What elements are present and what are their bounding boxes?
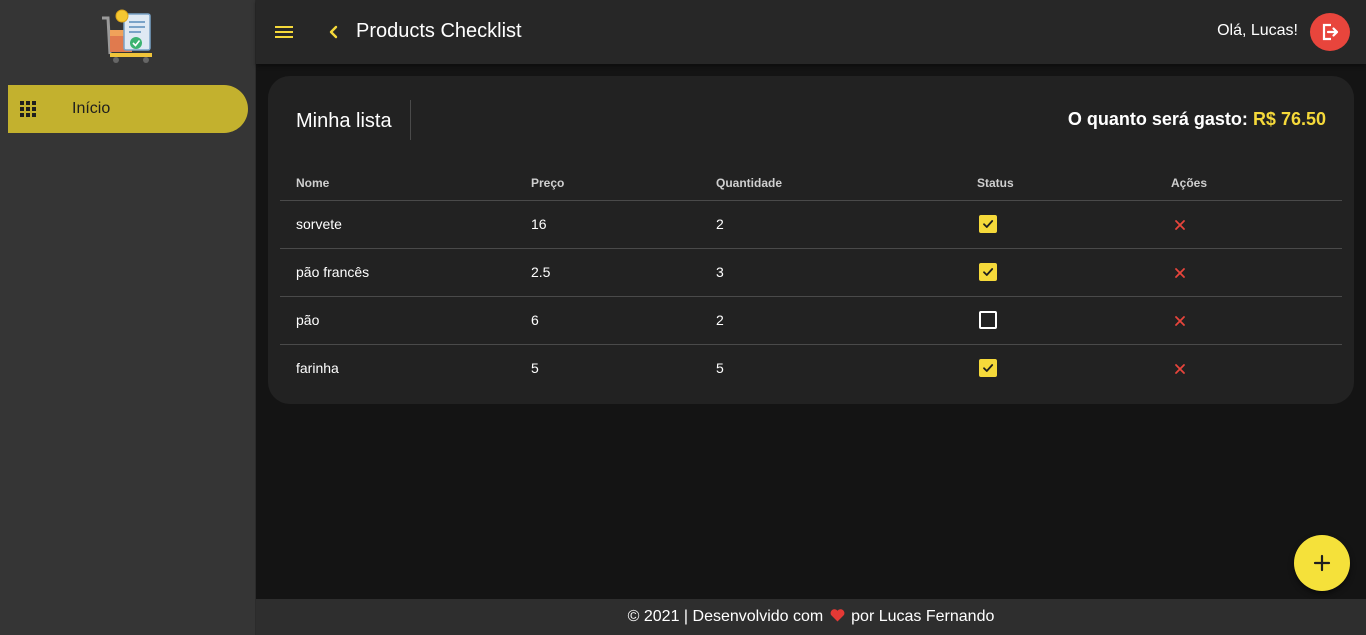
apps-grid-icon <box>20 101 36 117</box>
cell-status <box>961 296 1155 345</box>
title-divider <box>410 100 411 140</box>
cell-acoes <box>1155 344 1342 392</box>
cell-preco: 6 <box>515 296 700 345</box>
cell-preco: 2.5 <box>515 248 700 297</box>
cell-preco: 16 <box>515 200 700 249</box>
list-title: Minha lista <box>296 110 392 132</box>
heart-icon <box>830 599 845 635</box>
cell-nome: sorvete <box>280 200 515 249</box>
delete-icon[interactable] <box>1173 362 1187 376</box>
status-checkbox[interactable] <box>979 263 997 282</box>
column-header-status: Status <box>961 166 1155 201</box>
add-product-button[interactable] <box>1294 535 1350 591</box>
products-table: Nome Preço Quantidade Status Ações sorve… <box>280 166 1342 392</box>
logout-button[interactable] <box>1310 13 1350 51</box>
cell-quantidade: 2 <box>700 200 961 249</box>
table-row: sorvete 16 2 <box>280 200 1342 249</box>
chevron-left-icon[interactable] <box>326 23 342 41</box>
column-header-nome: Nome <box>280 166 515 201</box>
logout-icon <box>1322 23 1339 41</box>
total-value: R$ 76.50 <box>1252 109 1326 129</box>
shopping-list-card: Minha lista O quanto será gasto: R$ 76.5… <box>268 76 1354 404</box>
status-checkbox[interactable] <box>979 359 997 378</box>
page-title: Products Checklist <box>356 20 522 42</box>
total-label: O quanto será gasto: <box>1067 109 1248 129</box>
cell-acoes <box>1155 248 1342 297</box>
table-header-row: Nome Preço Quantidade Status Ações <box>280 166 1342 201</box>
cell-status <box>961 248 1155 297</box>
cell-nome: farinha <box>296 360 339 377</box>
cell-acoes <box>1155 296 1342 345</box>
table-row: pão 6 2 <box>280 296 1342 345</box>
cell-status <box>961 200 1155 249</box>
column-header-acoes: Ações <box>1155 166 1342 201</box>
footer-suffix: por Lucas Fernando <box>851 608 995 625</box>
table-row: pão francês 2.5 3 <box>280 248 1342 297</box>
cell-nome: pão <box>280 296 515 345</box>
cell-nome: pão francês <box>280 248 515 297</box>
footer-prefix: © 2021 | Desenvolvido com <box>627 608 824 625</box>
top-app-bar: Products Checklist Olá, Lucas! <box>256 0 1366 64</box>
sidebar-item-inicio[interactable]: Início <box>8 85 248 133</box>
cell-preco: 5 <box>531 360 539 377</box>
sidebar: Início <box>0 0 256 635</box>
cell-acoes <box>1155 200 1342 249</box>
user-greeting: Olá, Lucas! <box>1217 22 1298 39</box>
footer: © 2021 | Desenvolvido com por Lucas Fern… <box>256 599 1366 635</box>
delete-icon[interactable] <box>1173 266 1187 280</box>
cell-quantidade: 5 <box>716 360 724 377</box>
status-checkbox[interactable] <box>979 215 997 234</box>
sidebar-item-label: Início <box>72 100 111 117</box>
app-logo <box>100 8 158 64</box>
status-checkbox[interactable] <box>979 311 997 330</box>
plus-icon <box>1313 554 1331 572</box>
table-row: farinha 5 5 <box>280 344 1342 392</box>
hamburger-menu-icon[interactable] <box>275 26 293 38</box>
cell-quantidade: 3 <box>700 248 961 297</box>
cell-status <box>961 344 1155 392</box>
delete-icon[interactable] <box>1173 218 1187 232</box>
column-header-quantidade: Quantidade <box>700 166 961 201</box>
total-cost: O quanto será gasto: R$ 76.50 <box>1068 109 1326 130</box>
delete-icon[interactable] <box>1173 314 1187 328</box>
column-header-preco: Preço <box>515 166 700 201</box>
cell-quantidade: 2 <box>700 296 961 345</box>
